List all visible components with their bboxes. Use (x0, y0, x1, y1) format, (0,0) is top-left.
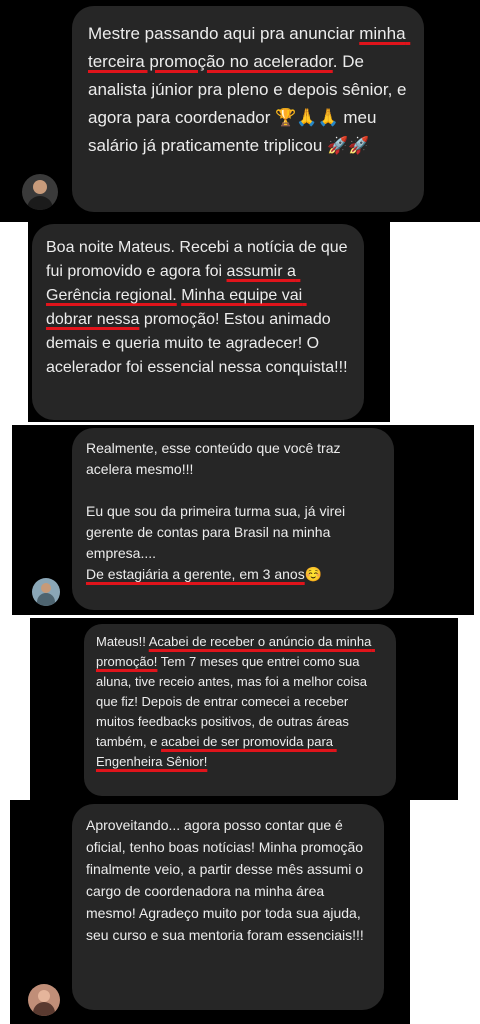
message-bubble-3: Realmente, esse conteúdo que você traz a… (72, 428, 394, 610)
avatar-woman-1[interactable] (32, 578, 60, 606)
message-bubble-1: Mestre passando aqui pra anunciar minha … (72, 6, 424, 212)
message-text-1: Mestre passando aqui pra anunciar minha … (88, 24, 412, 155)
message-bubble-5: Aproveitando... agora posso contar que é… (72, 804, 384, 1010)
message-text-5: Aproveitando... agora posso contar que é… (86, 817, 367, 943)
avatar-man[interactable] (22, 174, 58, 210)
message-bubble-2: Boa noite Mateus. Recebi a notícia de qu… (32, 224, 364, 420)
message-text-4: Mateus!! Acabei de receber o anúncio da … (96, 634, 375, 769)
message-text-2: Boa noite Mateus. Recebi a notícia de qu… (46, 239, 352, 376)
avatar-woman-2[interactable] (28, 984, 60, 1016)
message-text-3: Realmente, esse conteúdo que você traz a… (86, 440, 346, 582)
message-bubble-4: Mateus!! Acabei de receber o anúncio da … (84, 624, 396, 796)
